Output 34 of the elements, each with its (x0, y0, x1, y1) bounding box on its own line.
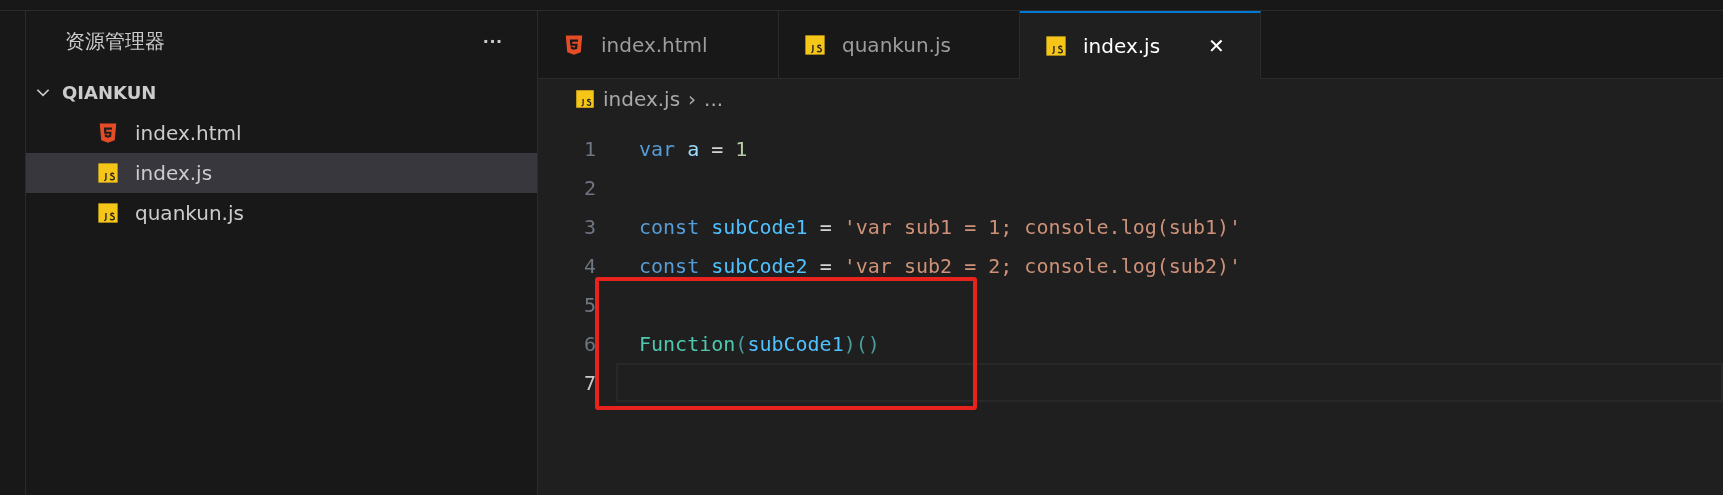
js-file-icon (804, 33, 826, 56)
file-item[interactable]: index.html (26, 113, 537, 153)
explorer-title: 资源管理器 (65, 27, 165, 55)
editor-tab[interactable]: index.html (538, 11, 779, 79)
breadcrumb-separator: › (688, 87, 697, 111)
editor-tab[interactable]: index.js ✕ (1020, 11, 1261, 79)
line-number: 1 (582, 136, 597, 161)
line-number: 4 (582, 253, 597, 278)
close-button[interactable]: ✕ (1204, 31, 1230, 60)
breadcrumb-item[interactable]: index.js (603, 87, 681, 111)
line-number: 6 (582, 331, 597, 356)
line-number: 7 (582, 370, 597, 395)
editor-tab[interactable]: quankun.js (779, 11, 1020, 79)
line-number: 2 (582, 175, 597, 200)
line-number: 3 (582, 214, 597, 239)
js-file-icon (97, 202, 119, 224)
js-file-icon (575, 89, 595, 109)
folder-item[interactable]: QIANKUN (26, 71, 537, 113)
js-file-icon (1045, 34, 1067, 57)
file-item[interactable]: index.js (26, 153, 537, 193)
breadcrumb-item[interactable]: ... (704, 87, 724, 111)
html-file-icon (97, 122, 119, 144)
js-file-icon (97, 162, 119, 184)
html-file-icon (563, 33, 585, 56)
code-line: const subCode1 = 'var sub1 = 1; console.log(sub1)' (639, 214, 1242, 239)
more-actions-button[interactable]: ··· (479, 29, 507, 53)
code-line: Function(subCode1)() (639, 331, 880, 356)
tab-label: quankun.js (842, 32, 951, 57)
code-line: var a = 1 (639, 136, 748, 161)
tab-label: index.html (601, 32, 708, 57)
code-line: const subCode2 = 'var sub2 = 2; console.log(sub2)' (639, 253, 1242, 278)
line-number: 5 (582, 292, 597, 317)
tab-label: index.js (1083, 33, 1161, 58)
file-item[interactable]: quankun.js (26, 193, 537, 233)
